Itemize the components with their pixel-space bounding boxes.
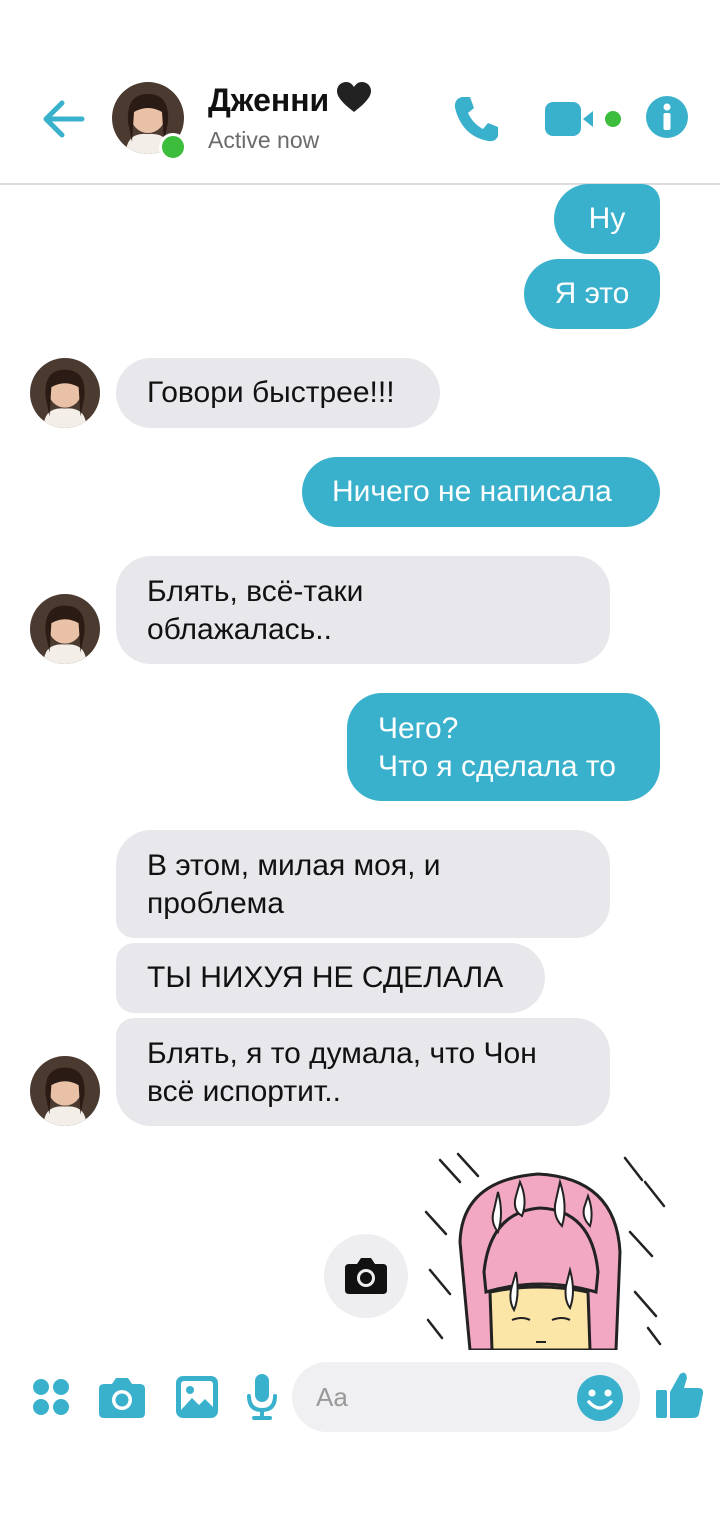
message-incoming[interactable]: ТЫ НИХУЯ НЕ СДЕЛАЛА xyxy=(116,943,545,1013)
message-text-line: Чего? xyxy=(378,712,459,745)
message-text: Я это xyxy=(554,277,630,310)
message-text: Ну xyxy=(588,202,626,235)
back-arrow-icon[interactable] xyxy=(38,94,88,144)
emoji-icon[interactable] xyxy=(576,1374,624,1422)
message-outgoing[interactable]: Я это xyxy=(524,259,660,329)
chat-header: Дженни Active now xyxy=(0,0,720,185)
thumbs-up-icon[interactable] xyxy=(656,1370,704,1420)
anime-girl-sticker[interactable] xyxy=(420,1152,670,1350)
message-text: Говори быстрее!!! xyxy=(147,376,395,409)
message-text-line: проблема xyxy=(147,887,284,920)
phone-icon[interactable] xyxy=(452,94,500,144)
message-outgoing[interactable]: Ну xyxy=(554,184,660,254)
message-text-line: Что я сделала то xyxy=(378,750,616,783)
message-outgoing[interactable]: Чего? Что я сделала то xyxy=(347,693,660,801)
message-incoming[interactable]: Говори быстрее!!! xyxy=(116,358,440,428)
contact-name[interactable]: Дженни xyxy=(208,82,372,122)
info-icon[interactable] xyxy=(645,95,689,139)
message-text-line: В этом, милая моя, и xyxy=(147,849,441,882)
message-input-placeholder: Aa xyxy=(316,1382,348,1412)
online-indicator xyxy=(159,133,187,161)
message-text: ТЫ НИХУЯ НЕ СДЕЛАЛА xyxy=(147,961,504,994)
message-text: Ничего не написала xyxy=(332,475,612,508)
video-camera-icon[interactable] xyxy=(545,100,625,138)
message-incoming[interactable]: Блять, всё-таки облажалась.. xyxy=(116,556,610,664)
message-outgoing[interactable]: Ничего не написала xyxy=(302,457,660,527)
message-text-line: Блять, я то думала, что Чон xyxy=(147,1037,537,1070)
contact-avatar-small[interactable] xyxy=(30,1056,100,1126)
contact-name-text: Дженни xyxy=(208,82,330,118)
message-text-line: всё испортит.. xyxy=(147,1075,341,1108)
gallery-icon[interactable] xyxy=(176,1376,218,1418)
message-text-line: Блять, всё-таки xyxy=(147,575,364,608)
message-incoming[interactable]: Блять, я то думала, что Чон всё испортит… xyxy=(116,1018,610,1126)
active-status: Active now xyxy=(208,127,320,153)
message-text-line: облажалась.. xyxy=(147,613,332,646)
message-incoming[interactable]: В этом, милая моя, и проблема xyxy=(116,830,610,938)
black-heart-icon xyxy=(337,82,372,122)
contact-avatar-small[interactable] xyxy=(30,358,100,428)
apps-icon[interactable] xyxy=(32,1378,70,1416)
camera-shortcut-button[interactable] xyxy=(324,1234,408,1318)
microphone-icon[interactable] xyxy=(246,1374,278,1420)
contact-avatar-small[interactable] xyxy=(30,594,100,664)
message-input[interactable]: Aa xyxy=(292,1362,640,1432)
camera-icon[interactable] xyxy=(99,1376,145,1418)
camera-icon xyxy=(345,1258,387,1294)
